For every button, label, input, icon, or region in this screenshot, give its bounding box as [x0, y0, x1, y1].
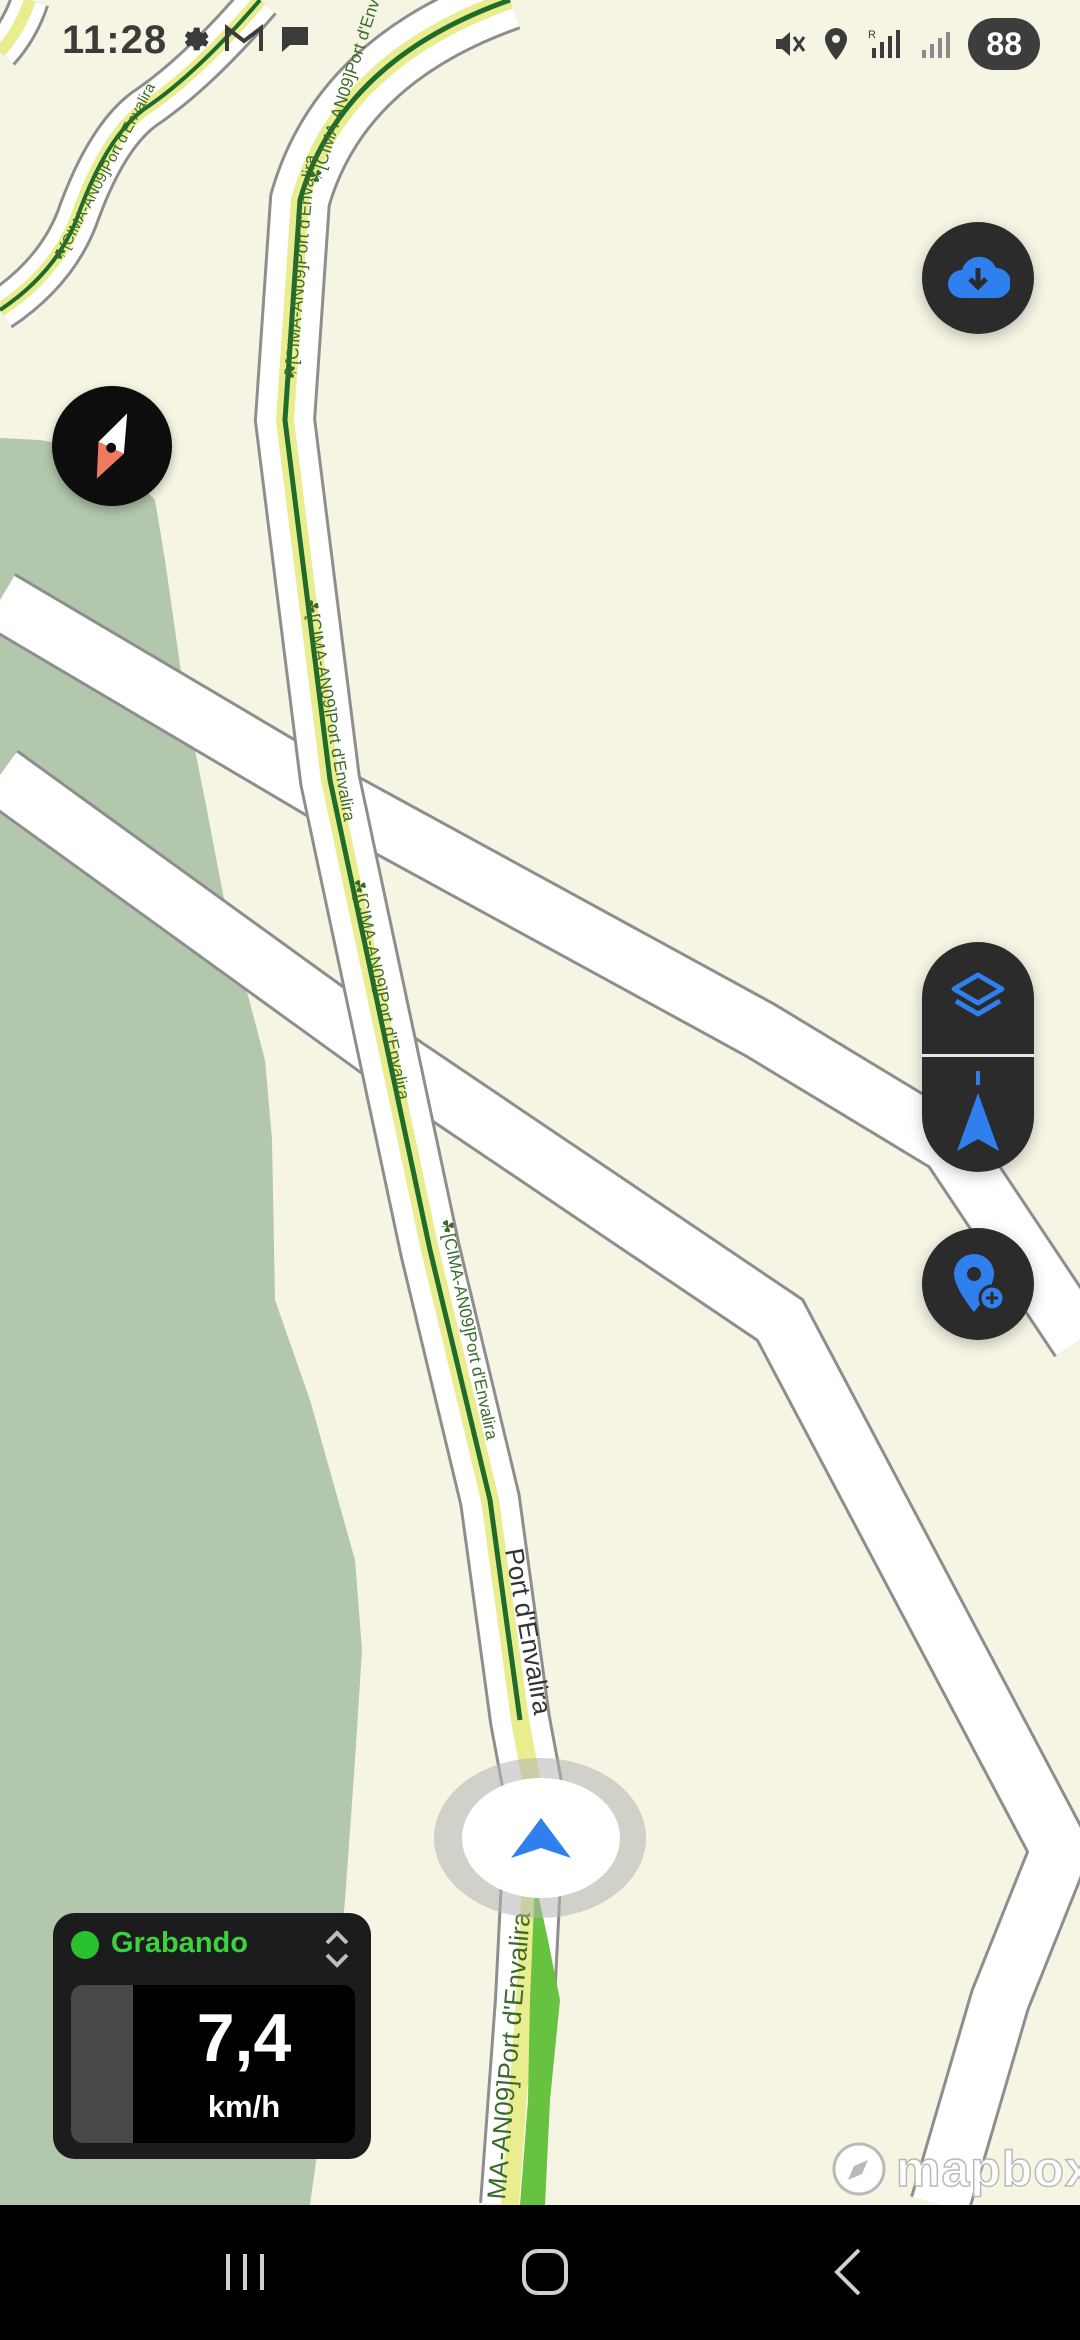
- location-arrow-icon: [511, 1818, 571, 1858]
- status-right-icons: R 88: [772, 18, 1040, 70]
- mapbox-logo-icon: [832, 2142, 886, 2196]
- home-icon: [522, 2249, 568, 2295]
- mapbox-attribution[interactable]: mapbox: [830, 2140, 1080, 2198]
- map-controls-stack: [922, 942, 1034, 1172]
- speed-panel: 7,4 km/h: [71, 1985, 355, 2143]
- layers-icon: [951, 972, 1005, 1017]
- system-nav-bar: [0, 2205, 1080, 2340]
- status-left-icons: [176, 22, 312, 56]
- speed-value: 7,4: [196, 2000, 292, 2076]
- compass-icon: [96, 413, 128, 479]
- battery-indicator: 88: [968, 18, 1040, 70]
- svg-text:R: R: [868, 29, 876, 41]
- back-button[interactable]: [804, 2235, 894, 2309]
- signal-icon: [922, 32, 951, 58]
- recents-button[interactable]: [200, 2235, 290, 2309]
- location-icon: [825, 28, 848, 60]
- recording-status-dot: [71, 1931, 99, 1959]
- recents-icon: [226, 2254, 264, 2290]
- current-location-marker[interactable]: [462, 1778, 620, 1898]
- back-icon: [834, 2248, 861, 2296]
- navigation-arrow-icon: [957, 1071, 999, 1151]
- layers-button[interactable]: [922, 942, 1034, 1054]
- recording-status-label: Grabando: [111, 1927, 248, 1959]
- status-bar: 11:28 R 88: [0, 0, 1080, 88]
- compass-button[interactable]: [52, 386, 172, 506]
- gmail-icon: [225, 23, 263, 51]
- home-button[interactable]: [500, 2235, 590, 2309]
- navigation-mode-button[interactable]: [922, 1057, 1034, 1169]
- chat-icon: [282, 27, 308, 52]
- recording-card[interactable]: Grabando 7,4 km/h: [53, 1913, 371, 2159]
- status-time: 11:28: [62, 18, 168, 62]
- mapbox-text: mapbox: [895, 2140, 1080, 2198]
- signal-r-icon: R: [868, 29, 901, 58]
- speed-side-bar: [71, 1985, 133, 2143]
- add-location-icon: [954, 1254, 1006, 1312]
- chevron-expand-icon[interactable]: [319, 1923, 355, 1975]
- download-maps-button[interactable]: [922, 222, 1034, 334]
- speed-unit: km/h: [207, 2089, 281, 2124]
- cloud-download-icon: [948, 256, 1010, 298]
- settings-icon: [184, 27, 209, 51]
- add-location-button[interactable]: [922, 1228, 1034, 1340]
- mute-icon: [776, 32, 806, 56]
